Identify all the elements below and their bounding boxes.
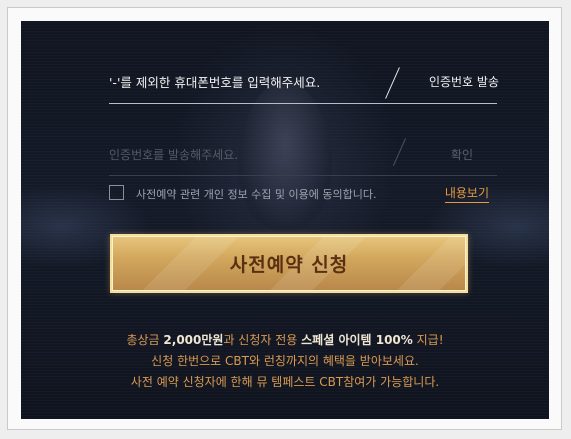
preregister-button[interactable]: 사전예약 신청 bbox=[110, 234, 468, 293]
info-highlight-item: 스페셜 아이템 100% bbox=[301, 333, 413, 347]
info-text: 지급! bbox=[412, 333, 444, 347]
info-text: 과 신청자 전용 bbox=[223, 333, 302, 347]
send-code-button[interactable]: 인증번호 발송 bbox=[429, 73, 499, 90]
agree-label: 사전예약 관련 개인 정보 수집 및 이용에 동의합니다. bbox=[136, 188, 377, 201]
divider-slash bbox=[392, 138, 407, 166]
info-highlight-prize: 2,000만원 bbox=[163, 333, 224, 347]
info-line-cbt: 사전 예약 신청자에 한해 뮤 템페스트 CBT참여가 가능합니다. bbox=[130, 375, 440, 389]
view-details-link[interactable]: 내용보기 bbox=[444, 184, 489, 203]
info-line-benefit: 신청 한번으로 CBT와 런칭까지의 혜택을 받아보세요. bbox=[151, 354, 419, 368]
preregister-button-label: 사전예약 신청 bbox=[229, 254, 349, 276]
preregistration-panel: '-'를 제외한 휴대폰번호를 입력해주세요. 인증번호 발송 인증번호를 발송… bbox=[21, 21, 549, 419]
confirm-button[interactable]: 확인 bbox=[451, 146, 473, 163]
phone-input-row: '-'를 제외한 휴대폰번호를 입력해주세요. 인증번호 발송 bbox=[109, 48, 499, 104]
divider-slash bbox=[385, 67, 400, 99]
agree-checkbox[interactable] bbox=[109, 185, 124, 200]
code-input[interactable]: 인증번호를 발송해주세요. bbox=[109, 146, 238, 163]
info-text: 총상금 bbox=[126, 333, 164, 347]
code-input-row: 인증번호를 발송해주세요. 확인 bbox=[109, 125, 497, 176]
agreement-row: 사전예약 관련 개인 정보 수집 및 이용에 동의합니다. 내용보기 bbox=[109, 184, 493, 204]
phone-input[interactable]: '-'를 제외한 휴대폰번호를 입력해주세요. bbox=[109, 72, 320, 91]
info-line-prize: 총상금 2,000만원과 신청자 전용 스페셜 아이템 100% 지급! bbox=[21, 331, 549, 348]
